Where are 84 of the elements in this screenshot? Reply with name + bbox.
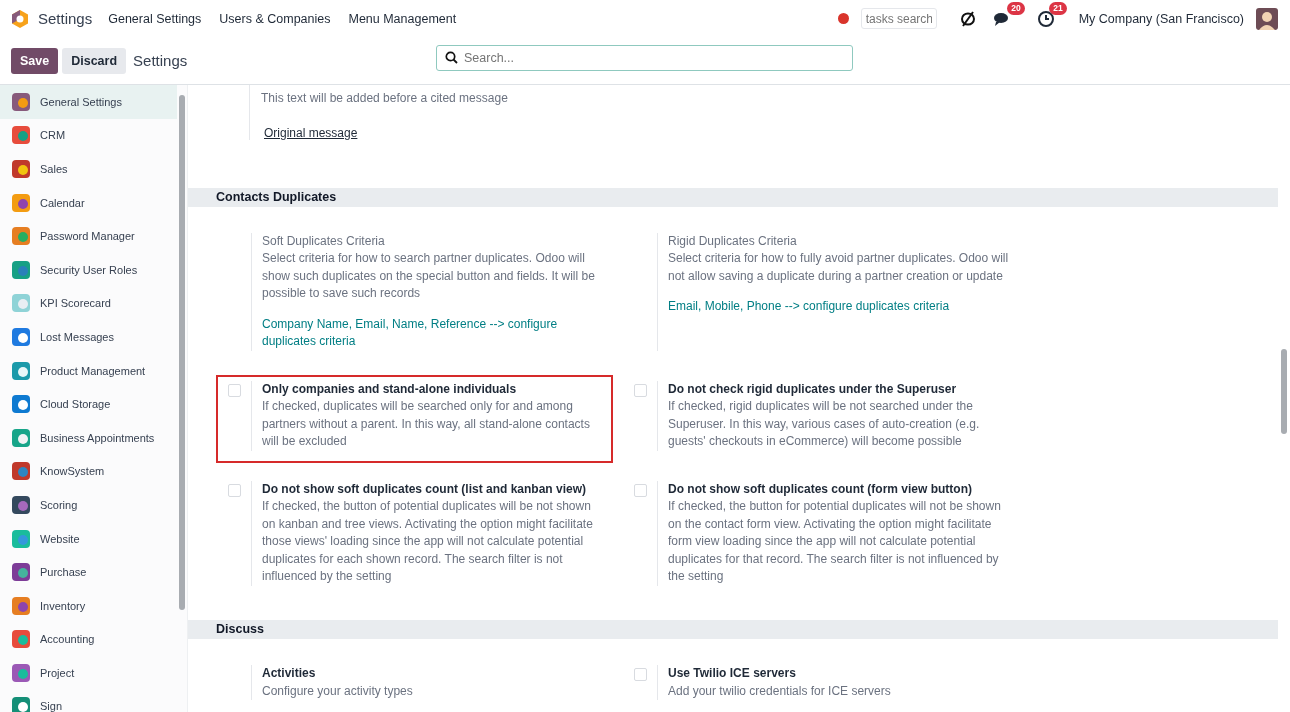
setting-description: This text will be added before a cited message [261, 90, 509, 107]
sidebar-item[interactable]: Accounting [0, 622, 178, 657]
discard-button[interactable]: Discard [62, 47, 127, 74]
app-icon [11, 360, 31, 381]
app-icon [11, 394, 31, 415]
app-icon [11, 159, 31, 179]
scrollbar-thumb[interactable] [1281, 349, 1287, 434]
setting-description: If checked, the button of potential duplicates will be not shown on kanban and tree views. Activating the option might facilitate those views' loading since the app will not calculate potential duplicates for each shown record. The search filter is not influenced by the setting [262, 498, 594, 586]
sidebar-item[interactable]: KPI Scorecard [0, 286, 178, 321]
checkbox[interactable] [634, 668, 647, 681]
app-icon [11, 192, 31, 213]
breadcrumb: Settings [133, 52, 188, 69]
app-icon [11, 528, 31, 549]
app-icon [11, 662, 31, 683]
sidebar-item[interactable]: Security User Roles [0, 252, 178, 287]
search-field[interactable]: Search... [436, 45, 853, 71]
setting-title: Use Twilio ICE servers [668, 665, 797, 682]
app-icon [11, 125, 31, 146]
menu-item[interactable]: Users & Companies [219, 11, 331, 26]
save-button[interactable]: Save [11, 47, 59, 74]
app-icon [11, 326, 31, 347]
configure-link[interactable]: Company Name, Email, Name, Reference --> configure duplicates criteria [262, 315, 603, 351]
checkbox[interactable] [228, 383, 241, 397]
company-switcher[interactable]: My Company (San Francisco) [1078, 11, 1244, 26]
setting-title: Do not show soft duplicates count (list and kanban view) [262, 480, 588, 498]
menu-item[interactable]: General Settings [108, 11, 202, 26]
sidebar-item[interactable]: Purchase [0, 555, 178, 589]
setting-description: If checked, the button for potential duplicates will not be shown on the contact form view. Activating the option might facilitate form view loading since the app will not calculate potential duplicates for that record. The search filter is not influenced by the setting [668, 498, 1002, 586]
setting-title: Only companies and stand-alone individuals [262, 380, 518, 398]
field-value[interactable]: Original message [264, 125, 1278, 140]
avatar[interactable] [1256, 7, 1278, 30]
sidebar-item[interactable]: Product Management [0, 353, 178, 388]
sidebar-item[interactable]: Business Appointments [0, 420, 178, 455]
search-icon [445, 51, 458, 64]
setting-description: Select criteria for how to search partner duplicates. Odoo will show such duplicates on the special button and fields. It will be possible to save such records [262, 250, 596, 303]
section-header: Discuss [188, 619, 1278, 639]
setting-title: Do not show soft duplicates count (form view button) [668, 480, 973, 498]
notification-badge: 20 [1007, 1, 1025, 15]
notification-badge: 21 [1049, 1, 1067, 15]
setting-title: Activities [262, 665, 317, 682]
checkbox[interactable] [634, 383, 647, 397]
app-icon [11, 427, 31, 448]
menu-item[interactable]: Menu Management [348, 11, 457, 26]
setting-title: Soft Duplicates Criteria [262, 232, 386, 250]
app-icon [11, 494, 31, 515]
discuss-icon[interactable] [958, 9, 977, 28]
setting-description: If checked, duplicates will be searched only for and among partners without a parent. In this way, all stand-alone contacts will be excluded [262, 398, 591, 451]
app-name: Settings [38, 10, 93, 27]
setting-title: Do not check rigid duplicates under the Superuser [668, 380, 958, 398]
sidebar-item[interactable]: Password Manager [0, 219, 178, 253]
setting-description: If checked, rigid duplicates will be not searched under the Superuser. In this way, various cases of auto-creation (e.g. guests' checkouts in eCommerce) will become possible [668, 398, 981, 451]
scrollbar-thumb[interactable] [179, 95, 185, 610]
tasks-search-field[interactable]: tasks search [860, 8, 937, 29]
app-icon [11, 562, 31, 583]
sidebar-item[interactable]: Project [0, 656, 178, 690]
section-header: Contacts Duplicates [188, 187, 1278, 207]
app-icon [11, 293, 31, 314]
setting-title: Rigid Duplicates Criteria [668, 232, 798, 250]
sidebar-item[interactable]: Calendar [0, 185, 178, 220]
app-icon [11, 226, 31, 247]
app-icon [11, 461, 31, 482]
setting-description: Add your twilio credentials for ICE servers [668, 682, 892, 700]
sidebar-item[interactable]: Website [0, 521, 178, 556]
status-dot-icon [837, 13, 849, 24]
checkbox[interactable] [634, 483, 647, 497]
setting-description: Select criteria for how to fully avoid partner duplicates. Odoo will not allow saving a duplicate during a partner creation or update [668, 250, 1009, 285]
sidebar-item[interactable]: Sales [0, 152, 178, 186]
sidebar-item[interactable]: Lost Messages [0, 320, 178, 354]
sidebar-item[interactable]: General Settings [0, 85, 178, 119]
app-icon [11, 91, 31, 112]
configure-link[interactable]: Email, Mobile, Phone --> configure duplicates criteria [668, 298, 1009, 316]
app-icon [11, 595, 31, 616]
checkbox[interactable] [228, 483, 241, 497]
sidebar-item[interactable]: CRM [0, 118, 178, 153]
logo-icon[interactable] [10, 8, 30, 29]
sidebar-item[interactable]: Scoring [0, 488, 178, 522]
sidebar-item[interactable]: Cloud Storage [0, 387, 178, 421]
clock-icon[interactable] [1036, 9, 1055, 28]
sidebar-item[interactable]: Inventory [0, 588, 178, 623]
sidebar-item[interactable]: Sign [0, 689, 178, 712]
setting-description: Configure your activity types [262, 682, 414, 700]
app-icon [11, 259, 31, 280]
app-icon [11, 629, 31, 650]
sidebar-item[interactable]: KnowSystem [0, 454, 178, 489]
